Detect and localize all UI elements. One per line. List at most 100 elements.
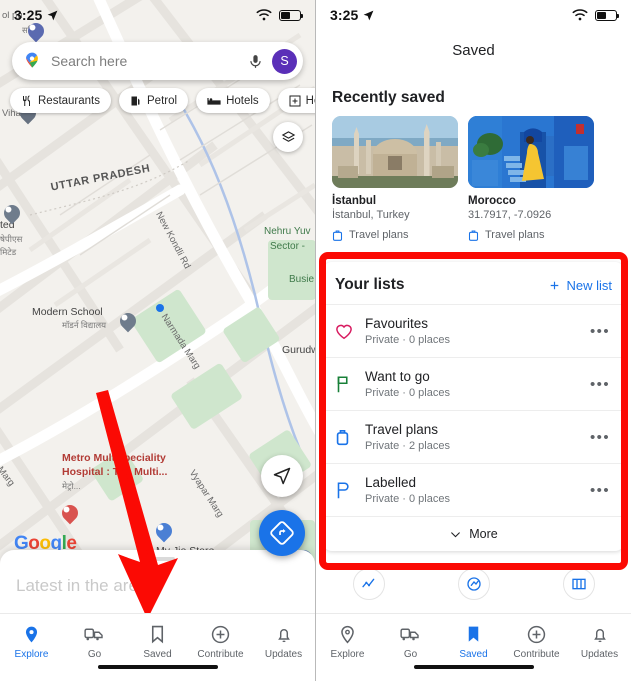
battery-icon (279, 9, 304, 21)
overflow-menu-icon[interactable]: ••• (590, 376, 612, 393)
peek-item-timeline[interactable] (421, 568, 526, 602)
hospital-icon (289, 95, 301, 106)
saved-card[interactable]: İstanbul İstanbul, Turkey Travel plans (332, 116, 458, 241)
chip-hospitals[interactable]: Hospitals (277, 88, 315, 113)
your-lists-header: Your lists New list (323, 262, 624, 304)
heart-icon (335, 323, 365, 340)
directions-button[interactable] (259, 510, 305, 556)
category-chip-row[interactable]: Restaurants Petrol Hotels H (10, 88, 315, 113)
more-label: More (469, 527, 498, 541)
list-item-text: Want to go Private · 0 places (365, 369, 590, 399)
saved-card[interactable]: Morocco 31.7917, -7.0926 Travel plans (468, 116, 594, 241)
drag-handle[interactable] (140, 557, 175, 561)
map-layers-button[interactable] (273, 122, 303, 152)
card-tag: Travel plans (468, 229, 594, 241)
suitcase-icon (468, 230, 479, 241)
recently-saved-heading: Recently saved (332, 89, 445, 106)
bottom-navigation-bar[interactable]: Explore Go Saved Contribute Updates (0, 613, 315, 681)
map-pin-school-icon[interactable] (116, 308, 140, 333)
nav-label: Go (87, 649, 102, 660)
status-indicators (572, 9, 620, 21)
nav-label: Explore (330, 649, 365, 660)
wifi-icon (572, 9, 588, 21)
locate-me-button[interactable] (261, 455, 303, 497)
suitcase-icon (332, 230, 343, 241)
status-time: 3:25 (14, 7, 43, 23)
map-pin-store-icon[interactable] (152, 518, 176, 543)
overflow-menu-icon[interactable]: ••• (590, 429, 612, 446)
istanbul-thumbnail[interactable] (332, 116, 458, 188)
nav-item-explore[interactable]: Explore (0, 614, 63, 681)
search-bar[interactable]: Search here S (12, 42, 303, 80)
chip-label: Petrol (147, 94, 178, 107)
explore-shortcuts-peek[interactable] (316, 568, 631, 602)
nav-item-explore[interactable]: Explore (316, 614, 379, 681)
bell-icon (277, 629, 290, 643)
chevron-down-icon (451, 531, 461, 537)
avatar[interactable]: S (272, 48, 297, 74)
chip-hotels[interactable]: Hotels (196, 88, 270, 113)
list-item-labelled[interactable]: Labelled Private · 0 places ••• (323, 463, 624, 516)
peek-item-trending[interactable] (316, 568, 421, 602)
left-phone-screen: ol pu सविका Vihar UTTAR PRADESH New Kond… (0, 0, 315, 681)
battery-icon (595, 9, 620, 21)
microphone-icon[interactable] (247, 53, 264, 70)
petrol-pump-icon (131, 96, 140, 105)
nav-label: Saved (459, 649, 488, 660)
commute-icon (400, 628, 419, 641)
bell-icon (593, 629, 606, 643)
overflow-menu-icon[interactable]: ••• (590, 482, 612, 499)
plus-circle-icon (527, 625, 546, 644)
restaurant-icon (23, 95, 30, 106)
nav-label: Explore (14, 649, 49, 660)
list-item-name: Labelled (365, 475, 417, 490)
list-item-name: Travel plans (365, 422, 439, 437)
chip-restaurants[interactable]: Restaurants (10, 88, 112, 113)
nav-item-updates[interactable]: Updates (252, 614, 315, 681)
list-item-text: Favourites Private · 0 places (365, 316, 590, 346)
list-item-favourites[interactable]: Favourites Private · 0 places ••• (323, 304, 624, 357)
list-item-travel-plans[interactable]: Travel plans Private · 2 places ••• (323, 410, 624, 463)
chip-label: Hotels (226, 94, 259, 107)
flag-icon (335, 375, 365, 393)
nav-item-go[interactable]: Go (379, 614, 442, 681)
card-subtitle: İstanbul, Turkey (332, 209, 410, 221)
your-lists-card: Your lists New list Favourites Private ·… (323, 262, 624, 551)
map-pin-hospital-icon[interactable] (58, 500, 82, 525)
list-item-text: Travel plans Private · 2 places (365, 422, 590, 452)
list-item-want-to-go[interactable]: Want to go Private · 0 places ••• (323, 357, 624, 410)
card-tag-label: Travel plans (349, 229, 409, 241)
bottom-navigation-bar[interactable]: Explore Go Saved Contribute Updates (316, 613, 631, 681)
timeline-refresh-icon (457, 568, 490, 600)
bookmark-icon (151, 625, 164, 644)
nav-item-saved[interactable]: Saved (442, 614, 505, 681)
nav-item-go[interactable]: Go (63, 614, 126, 681)
location-arrow-icon (364, 10, 374, 20)
list-item-name: Want to go (365, 369, 430, 384)
new-list-button[interactable]: New list (548, 278, 612, 293)
home-indicator (97, 664, 218, 669)
peek-item-map-book[interactable] (526, 568, 631, 602)
card-title: Morocco (468, 195, 516, 207)
morocco-thumbnail[interactable] (468, 116, 594, 188)
recently-saved-cards[interactable]: İstanbul İstanbul, Turkey Travel plans M… (332, 116, 631, 241)
status-time-group: 3:25 (330, 7, 375, 23)
list-item-meta: Private · 2 places (365, 440, 450, 452)
more-button[interactable]: More (323, 516, 624, 551)
bottom-sheet-peek[interactable]: Latest in the area... (0, 550, 315, 613)
card-subtitle: 31.7917, -7.0926 (468, 209, 552, 221)
nav-item-contribute[interactable]: Contribute (505, 614, 568, 681)
right-phone-screen: 3:25 Saved Recently saved İstanbul İstan… (315, 0, 631, 681)
nav-label: Saved (143, 649, 172, 660)
list-item-meta: Private · 0 places (365, 334, 450, 346)
page-title: Saved (452, 42, 495, 59)
nav-item-contribute[interactable]: Contribute (189, 614, 252, 681)
search-input-placeholder[interactable]: Search here (51, 53, 247, 69)
nav-item-updates[interactable]: Updates (568, 614, 631, 681)
card-title: İstanbul (332, 195, 377, 207)
map-pin-icon[interactable] (0, 200, 24, 225)
plus-icon (551, 281, 559, 289)
chip-petrol[interactable]: Petrol (119, 88, 189, 113)
nav-item-saved[interactable]: Saved (126, 614, 189, 681)
overflow-menu-icon[interactable]: ••• (590, 323, 612, 340)
